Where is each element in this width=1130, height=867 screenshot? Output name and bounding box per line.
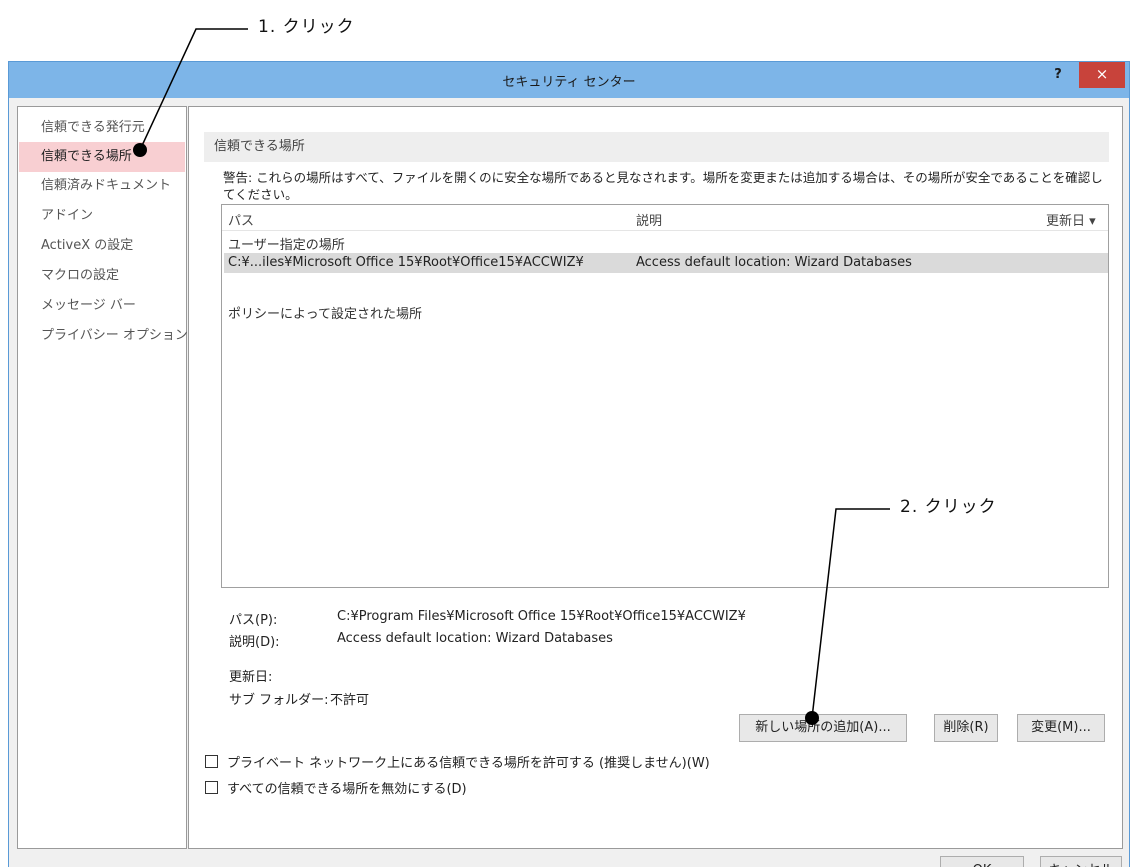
column-header-description[interactable]: 説明: [636, 210, 662, 229]
window-title: セキュリティ センター: [502, 75, 636, 90]
section-title: 信頼できる場所: [204, 132, 1109, 162]
trusted-locations-panel: 信頼できる場所 警告: これらの場所はすべて、ファイルを開くのに安全な場所である…: [188, 106, 1123, 849]
remove-button[interactable]: 削除(R): [934, 714, 998, 742]
locations-list[interactable]: パス 説明 更新日 ▾ ユーザー指定の場所 C:¥...iles¥Microso…: [221, 204, 1109, 588]
sidebar-item-trusted-publishers[interactable]: 信頼できる発行元: [19, 113, 185, 143]
sidebar-item-macros[interactable]: マクロの設定: [19, 261, 185, 291]
path-value: C:¥Program Files¥Microsoft Office 15¥Roo…: [337, 609, 746, 624]
header-divider: [222, 230, 1108, 231]
ok-button[interactable]: OK: [940, 856, 1024, 867]
table-row[interactable]: C:¥...iles¥Microsoft Office 15¥Root¥Offi…: [224, 253, 1108, 273]
sidebar-item-privacy[interactable]: プライバシー オプション: [19, 321, 188, 351]
annotation-step2: 2. クリック: [900, 497, 997, 517]
column-header-path[interactable]: パス: [228, 210, 254, 229]
sidebar-item-trusted-locations[interactable]: 信頼できる場所: [19, 142, 185, 172]
dialog-body: 信頼できる発行元 信頼できる場所 信頼済みドキュメント アドイン ActiveX…: [9, 98, 1129, 867]
row-path-cell: C:¥...iles¥Microsoft Office 15¥Root¥Offi…: [228, 255, 584, 270]
subfolder-value: 不許可: [330, 693, 370, 708]
group-policy: ポリシーによって設定された場所: [228, 307, 422, 322]
sidebar-item-activex[interactable]: ActiveX の設定: [19, 231, 185, 261]
disable-all-checkbox[interactable]: [205, 781, 218, 794]
modified-label: 更新日:: [229, 670, 273, 685]
add-location-button[interactable]: 新しい場所の追加(A)...: [739, 714, 907, 742]
row-description-cell: Access default location: Wizard Database…: [636, 255, 912, 270]
subfolder-label: サブ フォルダー:: [229, 693, 329, 708]
column-header-modified[interactable]: 更新日 ▾: [1046, 210, 1096, 229]
sidebar-item-addins[interactable]: アドイン: [19, 201, 185, 231]
path-label: パス(P):: [229, 613, 278, 628]
cancel-button[interactable]: キャンセル: [1040, 856, 1122, 867]
disable-all-label[interactable]: すべての信頼できる場所を無効にする(D): [227, 778, 467, 797]
description-value: Access default location: Wizard Database…: [337, 631, 613, 646]
allow-network-label[interactable]: プライベート ネットワーク上にある信頼できる場所を許可する (推奨しません)(W…: [227, 752, 710, 771]
category-sidebar: 信頼できる発行元 信頼できる場所 信頼済みドキュメント アドイン ActiveX…: [17, 106, 188, 849]
sidebar-item-trusted-documents[interactable]: 信頼済みドキュメント: [19, 171, 185, 201]
annotation-step1: 1. クリック: [258, 17, 355, 37]
group-user-specified: ユーザー指定の場所: [228, 238, 345, 253]
modify-button[interactable]: 変更(M)...: [1017, 714, 1105, 742]
trust-center-dialog: セキュリティ センター ? × 信頼できる発行元 信頼できる場所 信頼済みドキュ…: [8, 61, 1130, 867]
allow-network-checkbox[interactable]: [205, 755, 218, 768]
description-label: 説明(D):: [229, 635, 280, 650]
sidebar-item-message-bar[interactable]: メッセージ バー: [19, 291, 185, 321]
close-button[interactable]: ×: [1079, 62, 1125, 88]
warning-text: 警告: これらの場所はすべて、ファイルを開くのに安全な場所であると見なされます。…: [223, 170, 1103, 202]
help-button[interactable]: ?: [1041, 62, 1075, 88]
